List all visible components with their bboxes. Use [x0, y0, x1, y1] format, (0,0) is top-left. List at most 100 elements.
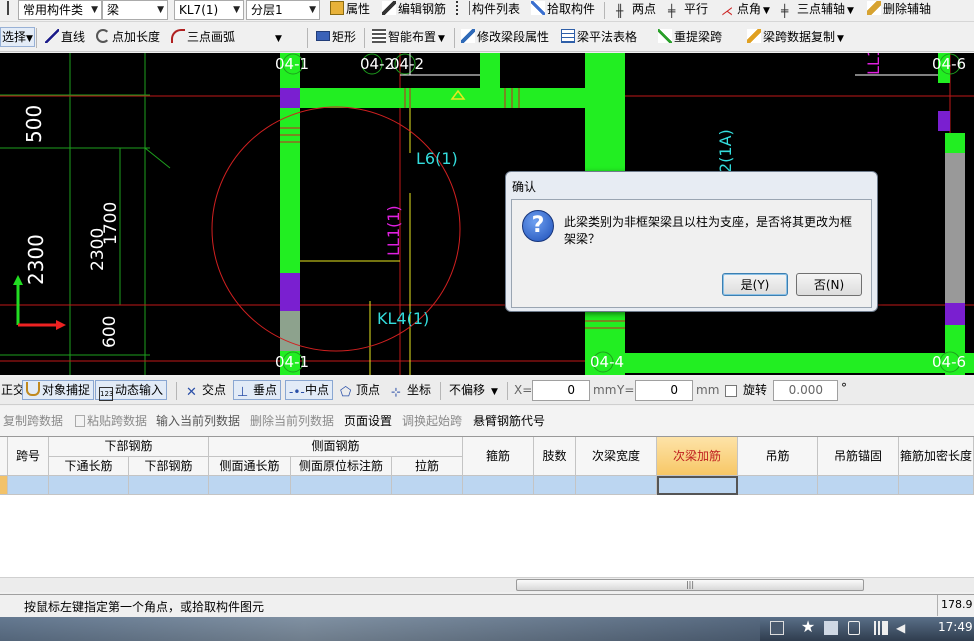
y-label: Y=: [617, 383, 635, 397]
point-length-button[interactable]: 点加长度: [93, 28, 163, 48]
active-cell[interactable]: [657, 476, 738, 495]
copy-span-data-button[interactable]: 梁跨数据复制 ▼: [744, 28, 847, 48]
category-combo[interactable]: 常用构件类 ▼: [18, 0, 102, 20]
parallel-button[interactable]: ╪ 平行: [665, 0, 711, 20]
x-input[interactable]: 0: [532, 380, 590, 401]
header-bottom-rebar[interactable]: 下部钢筋: [129, 457, 209, 476]
edit-rebar-label: 编辑钢筋: [398, 2, 447, 16]
component-list-button[interactable]: 构件列表: [453, 0, 523, 20]
rotate-checkbox[interactable]: [725, 385, 737, 397]
header-span-no[interactable]: 跨号: [8, 437, 49, 476]
header-hanger[interactable]: 吊筋: [738, 437, 818, 476]
rectangle-button[interactable]: 矩形: [313, 28, 359, 48]
device-icon[interactable]: [848, 621, 860, 635]
menu-stub[interactable]: [0, 1, 10, 21]
table-cell[interactable]: [576, 476, 657, 495]
modify-segment-button[interactable]: 修改梁段属性: [458, 28, 552, 48]
keyboard-icon[interactable]: [770, 621, 784, 635]
edit-rebar-button[interactable]: 编辑钢筋: [379, 0, 449, 20]
delete-aux-label: 删除辅轴: [883, 2, 932, 16]
dynamic-input-label: 动态输入: [115, 383, 164, 397]
table-cell[interactable]: [8, 476, 49, 495]
element-combo[interactable]: KL7(1) ▼: [174, 0, 244, 20]
select-button[interactable]: 选择▼: [0, 27, 35, 47]
type-combo-value: 梁: [107, 3, 120, 17]
header-stirrup[interactable]: 箍筋: [463, 437, 534, 476]
header-tie-bar[interactable]: 拉筋: [392, 457, 463, 476]
table-cell[interactable]: [129, 476, 209, 495]
yes-button[interactable]: 是(Y): [722, 273, 788, 296]
intersection-toggle[interactable]: ✕ 交点: [183, 381, 229, 401]
table-cell[interactable]: [463, 476, 534, 495]
header-secondary-rebar[interactable]: 次梁加筋: [657, 437, 738, 476]
separator: [507, 382, 508, 400]
dimension-label: 2300: [24, 234, 48, 285]
header-side-through[interactable]: 侧面通长筋: [209, 457, 291, 476]
beam-table-button[interactable]: 梁平法表格: [558, 28, 640, 48]
smart-layout-button[interactable]: 智能布置 ▼: [369, 28, 448, 48]
three-point-arc-label: 三点画弧: [187, 30, 236, 44]
page-setup-button[interactable]: 页面设置: [341, 412, 395, 432]
table-cell[interactable]: [49, 476, 129, 495]
re-extract-span-button[interactable]: 重提梁跨: [655, 28, 725, 48]
three-point-arc-button[interactable]: 三点画弧 ▼: [168, 28, 285, 48]
clock-time[interactable]: 17:49: [938, 620, 973, 634]
coordinate-toggle[interactable]: ⊹ 坐标: [388, 381, 434, 401]
scrollbar-thumb[interactable]: |||: [516, 579, 864, 591]
paste-span-button[interactable]: 粘贴跨数据: [72, 412, 150, 432]
volume-icon[interactable]: ◀: [896, 621, 908, 635]
point-angle-label: 点角: [737, 2, 762, 16]
header-bottom-through[interactable]: 下通长筋: [49, 457, 129, 476]
no-button[interactable]: 否(N): [796, 273, 862, 296]
star-icon[interactable]: ★: [800, 619, 816, 635]
header-side-marked[interactable]: 侧面原位标注筋: [291, 457, 392, 476]
table-cell[interactable]: [738, 476, 818, 495]
taskbar: ★ ◀ 17:49: [0, 617, 974, 641]
delete-column-button[interactable]: 删除当前列数据: [247, 412, 337, 432]
swap-start-span-button[interactable]: 调换起始跨: [399, 412, 465, 432]
table-cell[interactable]: [209, 476, 291, 495]
table-cell[interactable]: [899, 476, 974, 495]
input-column-button[interactable]: 输入当前列数据: [153, 412, 243, 432]
grid-icon: [372, 29, 386, 43]
table-cell[interactable]: [534, 476, 576, 495]
line-button[interactable]: 直线: [42, 28, 88, 48]
intersection-icon: ✕: [186, 385, 197, 400]
properties-icon: [330, 1, 344, 15]
header-legs[interactable]: 肢数: [534, 437, 576, 476]
row-selector[interactable]: [0, 476, 8, 495]
signal-icon[interactable]: [872, 621, 888, 635]
midpoint-toggle[interactable]: -•-中点: [285, 380, 334, 400]
header-stirrup-dense-length[interactable]: 箍筋加密长度: [899, 437, 974, 476]
delete-aux-button[interactable]: 删除辅轴: [864, 0, 934, 20]
axis-label: 04-2: [390, 55, 425, 73]
dynamic-input-toggle[interactable]: 123 动态输入: [95, 380, 168, 401]
table-cell[interactable]: [291, 476, 392, 495]
axis-label: 04-6: [932, 55, 967, 73]
horizontal-scrollbar[interactable]: |||: [0, 577, 974, 592]
header-secondary-width[interactable]: 次梁宽度: [576, 437, 657, 476]
offset-mode-select[interactable]: 不偏移 ▼: [446, 381, 504, 401]
pick-component-button[interactable]: 拾取构件: [528, 0, 598, 20]
point-angle-button[interactable]: ⋌ 点角 ▼: [718, 0, 773, 20]
cantilever-code-button[interactable]: 悬臂钢筋代号: [470, 412, 548, 432]
properties-button[interactable]: 属性: [327, 0, 373, 20]
degree-label: °: [841, 381, 847, 395]
type-combo[interactable]: 梁 ▼: [102, 0, 168, 20]
table-cell[interactable]: [392, 476, 463, 495]
table-icon: [561, 29, 575, 43]
beam-label: LL1: [864, 53, 883, 75]
vertex-toggle[interactable]: ⬠ 顶点: [337, 381, 383, 401]
header-hanger-anchor[interactable]: 吊筋锚固: [818, 437, 899, 476]
y-input[interactable]: 0: [635, 380, 693, 401]
separator: [176, 382, 177, 400]
three-point-aux-button[interactable]: ╪ 三点辅轴 ▼: [778, 0, 857, 20]
copy-span-button[interactable]: 复制跨数据: [0, 412, 66, 432]
two-point-button[interactable]: ╫ 两点: [613, 0, 659, 20]
perpendicular-toggle[interactable]: ⊥ 垂点: [233, 380, 282, 400]
object-snap-toggle[interactable]: 对象捕捉: [22, 380, 95, 400]
rotate-input[interactable]: 0.000: [773, 380, 838, 401]
table-cell[interactable]: [818, 476, 899, 495]
flag-icon[interactable]: [824, 621, 838, 635]
floor-combo[interactable]: 分层1 ▼: [246, 0, 320, 20]
